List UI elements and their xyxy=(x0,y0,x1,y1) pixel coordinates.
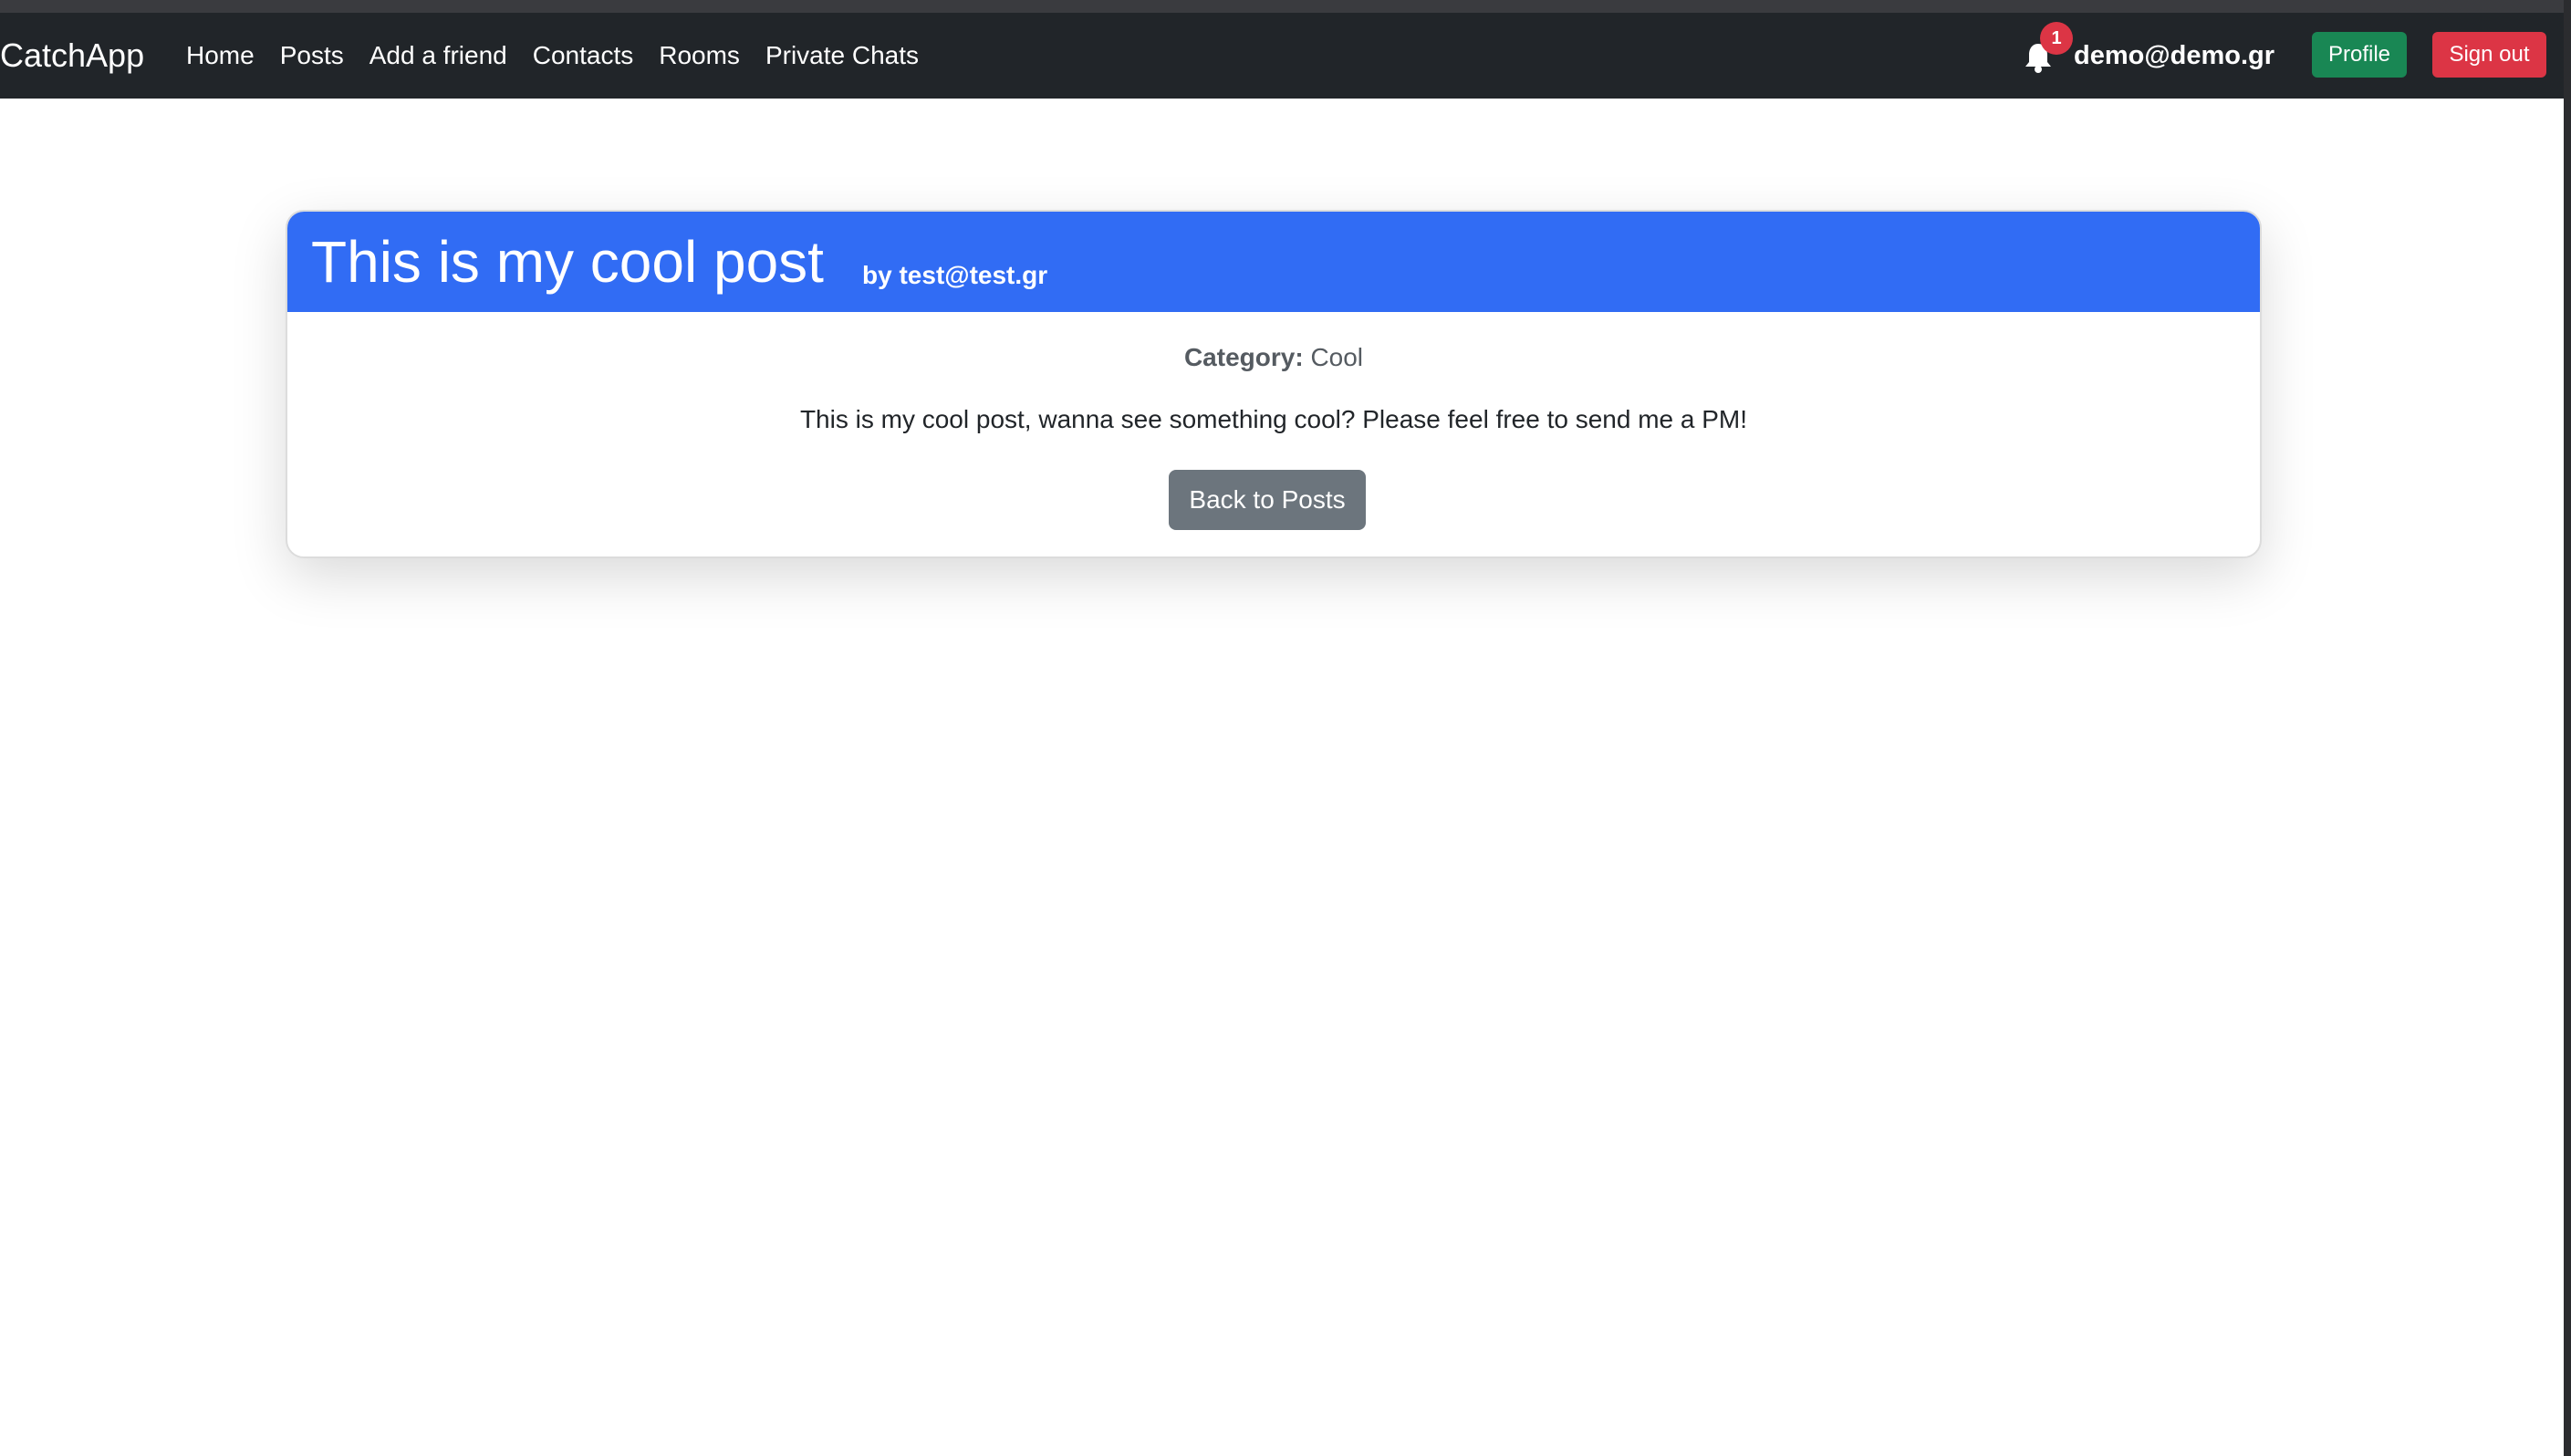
post-card-header: This is my cool post by test@test.gr xyxy=(287,212,2260,312)
nav-link-rooms[interactable]: Rooms xyxy=(646,41,753,70)
sign-out-button[interactable]: Sign out xyxy=(2432,32,2546,78)
category-label: Category: xyxy=(1183,343,1304,371)
nav-link-posts[interactable]: Posts xyxy=(267,41,357,70)
nav-links: Home Posts Add a friend Contacts Rooms P… xyxy=(173,13,932,99)
window-right-edge xyxy=(2564,0,2571,1456)
back-to-posts-button[interactable]: Back to Posts xyxy=(1169,470,1366,530)
nav-link-contacts[interactable]: Contacts xyxy=(520,41,647,70)
nav-link-add-friend[interactable]: Add a friend xyxy=(357,41,520,70)
brand-logo[interactable]: CatchApp xyxy=(0,13,144,99)
notification-count-badge: 1 xyxy=(2040,22,2073,55)
nav-link-private-chats[interactable]: Private Chats xyxy=(753,41,932,70)
profile-button[interactable]: Profile xyxy=(2312,32,2407,78)
window-top-strip xyxy=(0,0,2571,13)
post-card: This is my cool post by test@test.gr Cat… xyxy=(286,210,2262,558)
post-author: test@test.gr xyxy=(899,261,1048,289)
post-author-line: by test@test.gr xyxy=(862,257,1047,294)
post-author-prefix: by xyxy=(862,261,892,289)
post-title: This is my cool post xyxy=(311,229,824,295)
user-email: demo@demo.gr xyxy=(2074,41,2275,70)
post-body: This is my cool post, wanna see somethin… xyxy=(799,405,1748,433)
nav-link-home[interactable]: Home xyxy=(173,41,267,70)
post-category: Category: Cool xyxy=(287,341,2260,374)
category-value: Cool xyxy=(1310,343,1364,371)
